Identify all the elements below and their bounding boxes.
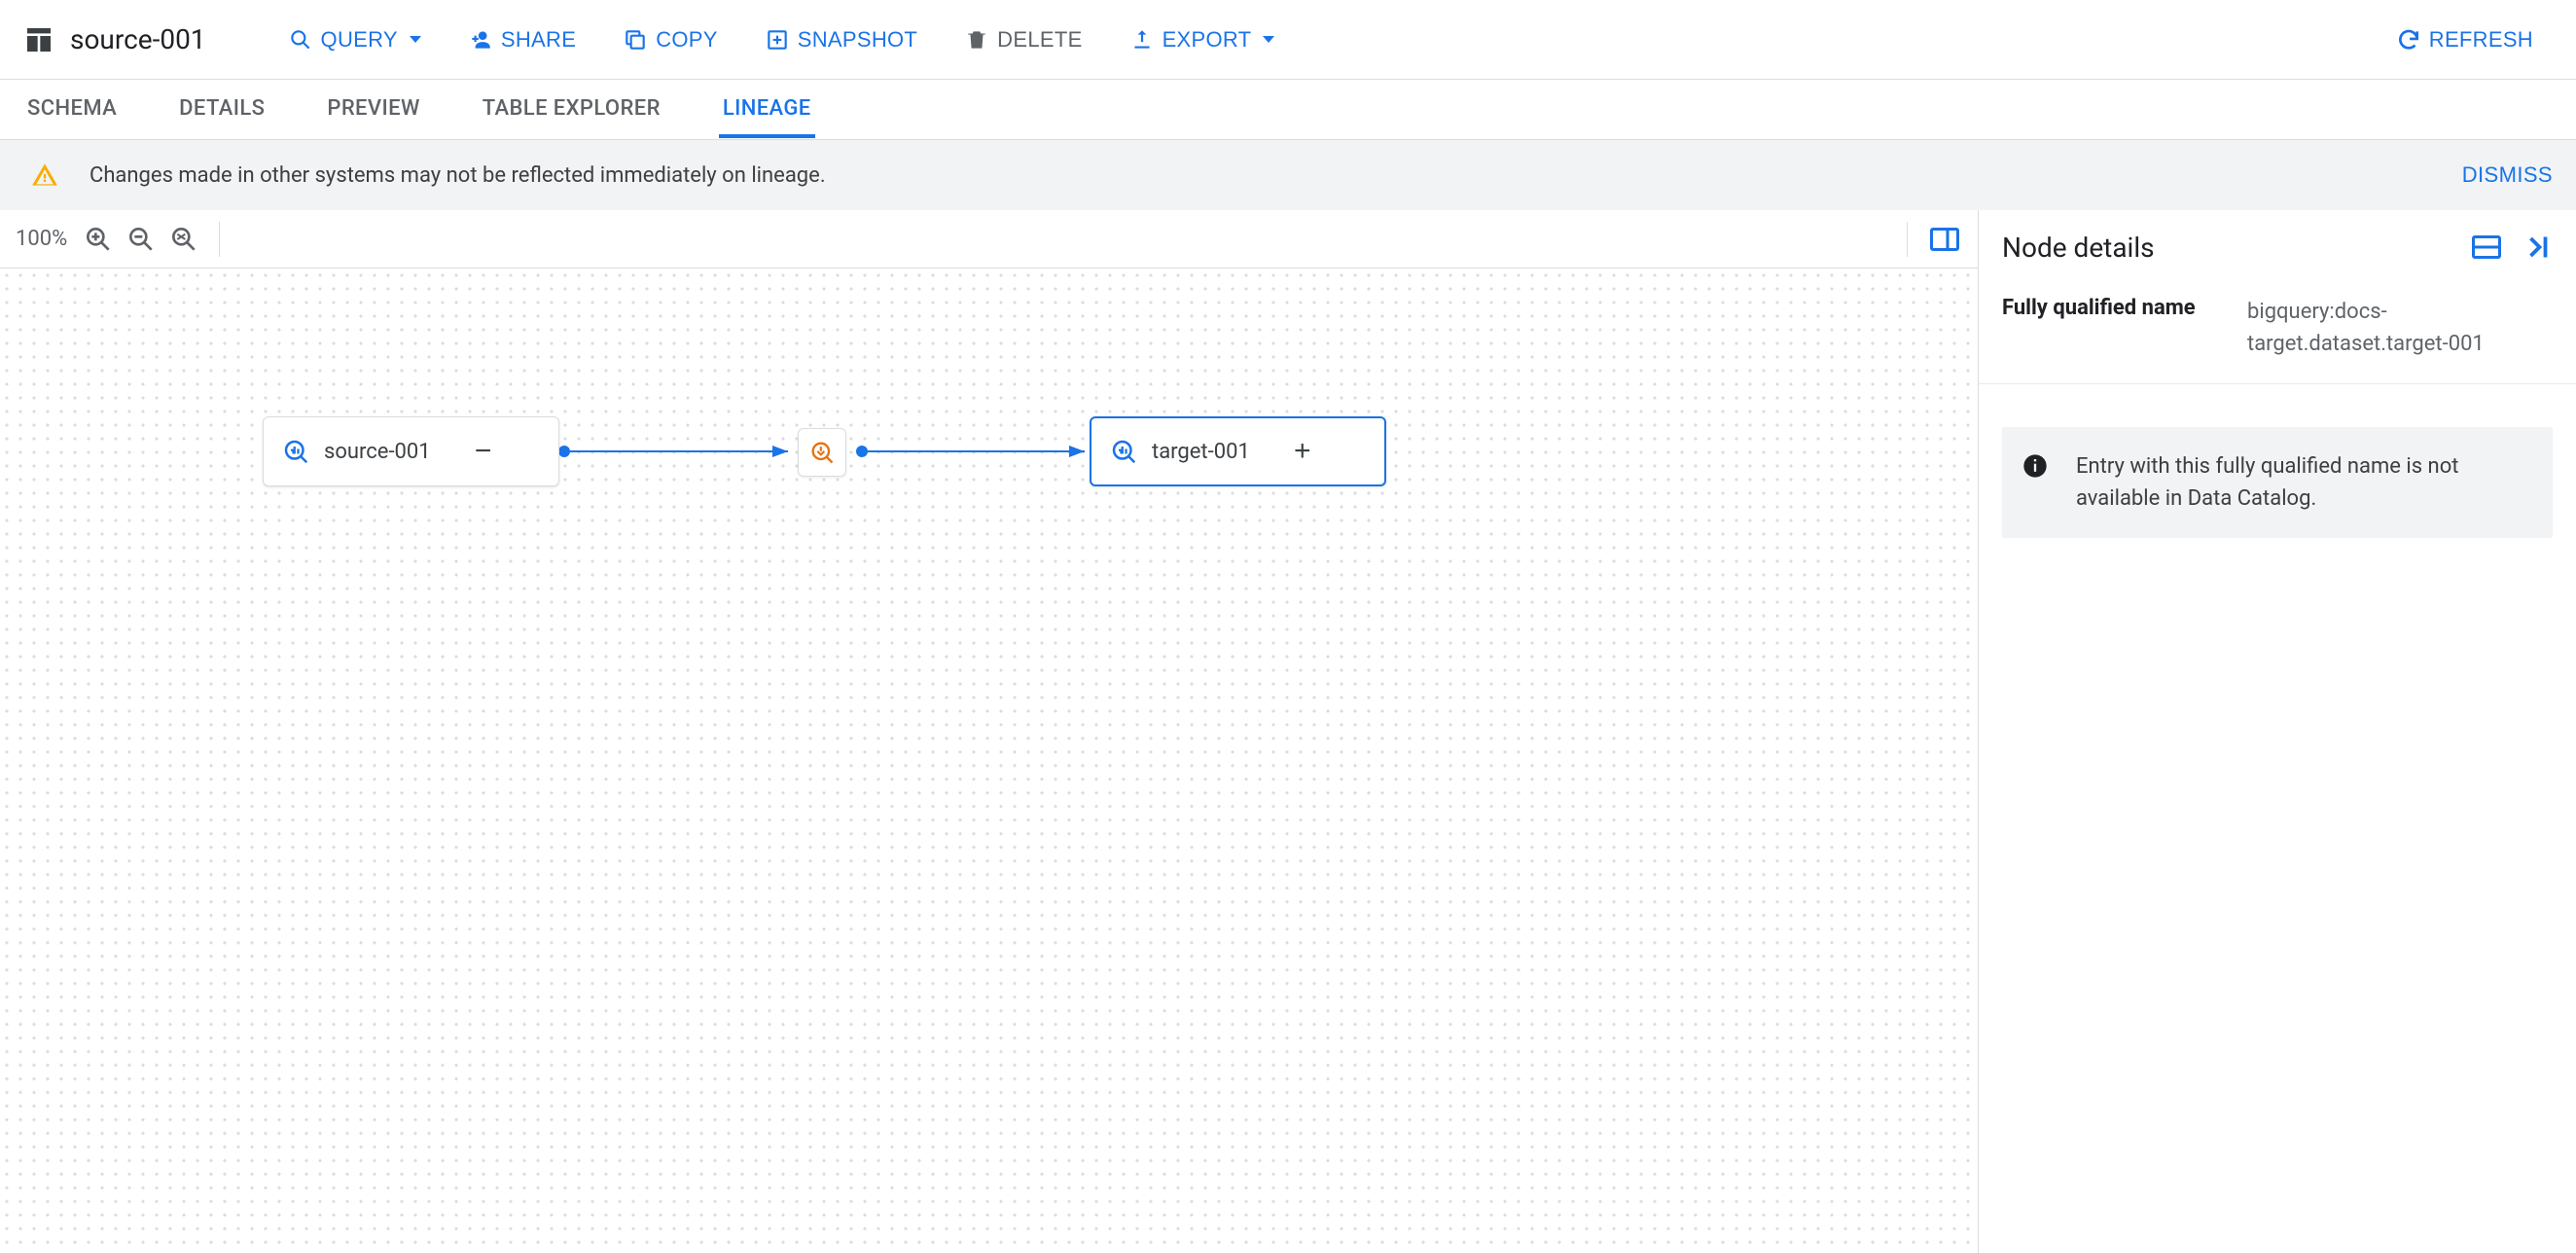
tab-preview[interactable]: PREVIEW — [323, 81, 423, 138]
toggle-details-button[interactable] — [1927, 224, 1962, 255]
snapshot-button[interactable]: SNAPSHOT — [745, 19, 937, 60]
lineage-node-target[interactable]: target-001 + — [1090, 416, 1386, 486]
warning-banner: Changes made in other systems may not be… — [0, 140, 2576, 210]
lineage-canvas[interactable]: source-001 − target-001 + — [0, 268, 1978, 1253]
tab-schema[interactable]: SCHEMA — [23, 81, 121, 138]
node-label: target-001 — [1152, 440, 1250, 464]
lineage-graph-panel: 100% — [0, 210, 1979, 1253]
divider — [1907, 222, 1908, 257]
bigquery-icon — [281, 437, 310, 466]
info-note: Entry with this fully qualified name is … — [2002, 427, 2553, 538]
fqn-value: bigquery:docs-target.dataset.target-001 — [2247, 296, 2553, 360]
collapse-right-icon — [2518, 230, 2553, 265]
tab-lineage[interactable]: LINEAGE — [719, 81, 815, 138]
zoom-in-icon — [83, 224, 114, 255]
export-icon — [1129, 27, 1155, 53]
share-button[interactable]: SHARE — [448, 19, 595, 60]
fqn-label: Fully qualified name — [2002, 296, 2216, 360]
page-title: source-001 — [70, 23, 206, 55]
toolbar: source-001 QUERY SHARE COPY SNAPSHOT DEL… — [0, 0, 2576, 80]
info-icon — [2021, 452, 2049, 480]
refresh-icon — [2396, 27, 2421, 53]
snapshot-label: SNAPSHOT — [798, 27, 917, 53]
details-header: Node details — [1979, 210, 2576, 280]
minus-icon: − — [475, 437, 492, 466]
details-heading: Node details — [2002, 232, 2155, 264]
refresh-button[interactable]: REFRESH — [2377, 19, 2553, 60]
divider — [219, 222, 220, 257]
zoom-level: 100% — [16, 227, 67, 251]
chevron-down-icon — [1263, 36, 1274, 43]
node-label: source-001 — [324, 440, 431, 464]
bigquery-icon — [1109, 437, 1138, 466]
search-icon — [288, 27, 313, 53]
snapshot-icon — [765, 27, 790, 53]
expand-button[interactable]: + — [1289, 438, 1316, 465]
zoom-in-button[interactable] — [83, 224, 114, 255]
side-panel-icon — [1927, 222, 1962, 257]
fqn-row: Fully qualified name bigquery:docs-targe… — [1979, 280, 2576, 384]
lineage-process-node[interactable] — [798, 428, 846, 477]
layout-toggle-button[interactable] — [2469, 230, 2504, 265]
export-button[interactable]: EXPORT — [1110, 19, 1295, 60]
tab-table-explorer[interactable]: TABLE EXPLORER — [479, 81, 664, 138]
trash-icon — [964, 27, 989, 53]
banner-message: Changes made in other systems may not be… — [89, 163, 826, 188]
zoom-reset-button[interactable] — [168, 224, 199, 255]
warning-icon — [31, 161, 58, 189]
zoom-reset-icon — [168, 224, 199, 255]
tab-details[interactable]: DETAILS — [175, 81, 268, 138]
plus-icon: + — [1294, 437, 1311, 466]
zoom-out-icon — [125, 224, 157, 255]
table-icon — [23, 24, 54, 55]
refresh-label: REFRESH — [2429, 27, 2533, 53]
copy-label: COPY — [656, 27, 718, 53]
dismiss-button[interactable]: DISMISS — [2462, 162, 2553, 188]
tabs: SCHEMA DETAILS PREVIEW TABLE EXPLORER LI… — [0, 80, 2576, 140]
lineage-node-source[interactable]: source-001 − — [263, 416, 559, 486]
graph-toolbar: 100% — [0, 210, 1978, 268]
rows-icon — [2469, 230, 2504, 265]
copy-button[interactable]: COPY — [603, 19, 737, 60]
export-label: EXPORT — [1163, 27, 1252, 53]
copy-icon — [623, 27, 648, 53]
close-panel-button[interactable] — [2518, 230, 2553, 265]
share-label: SHARE — [501, 27, 576, 53]
query-button[interactable]: QUERY — [268, 19, 441, 60]
query-label: QUERY — [321, 27, 398, 53]
note-text: Entry with this fully qualified name is … — [2076, 450, 2529, 515]
zoom-out-button[interactable] — [125, 224, 157, 255]
process-icon — [808, 439, 836, 466]
node-details-panel: Node details Fully qualified name bigque… — [1979, 210, 2576, 1253]
collapse-button[interactable]: − — [470, 438, 497, 465]
delete-button[interactable]: DELETE — [945, 19, 1101, 60]
chevron-down-icon — [410, 36, 421, 43]
delete-label: DELETE — [997, 27, 1082, 53]
person-add-icon — [468, 27, 493, 53]
